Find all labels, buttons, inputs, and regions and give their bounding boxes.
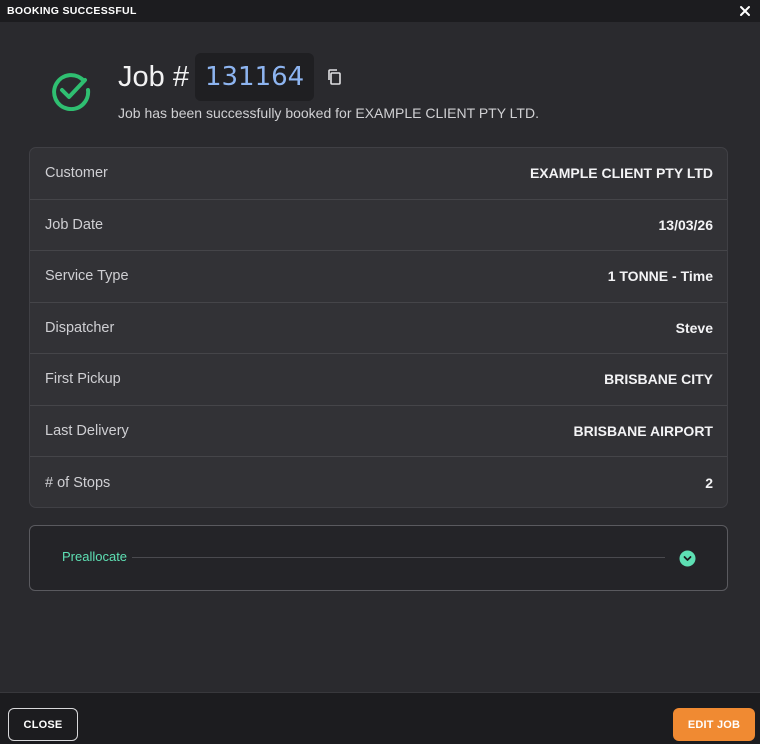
detail-row-first-pickup: First Pickup BRISBANE CITY xyxy=(30,354,727,406)
close-button[interactable]: CLOSE xyxy=(8,708,78,741)
detail-value: BRISBANE AIRPORT xyxy=(573,422,714,439)
detail-label: Dispatcher xyxy=(45,319,115,336)
detail-value: Steve xyxy=(675,319,713,336)
edit-job-button[interactable]: EDIT JOB xyxy=(673,708,755,741)
detail-label: Service Type xyxy=(45,268,129,285)
detail-value: 1 TONNE - Time xyxy=(607,268,713,285)
detail-label: Last Delivery xyxy=(45,422,129,439)
detail-row-job-date: Job Date 13/03/26 xyxy=(30,200,727,251)
preallocate-label: Preallocate xyxy=(62,549,128,564)
job-title: Job # 131164 xyxy=(118,53,344,101)
detail-row-dispatcher: Dispatcher Steve xyxy=(30,303,727,354)
booking-subtitle: Job has been successfully booked for EXA… xyxy=(118,105,539,121)
detail-value: BRISBANE CITY xyxy=(604,371,713,388)
detail-value: EXAMPLE CLIENT PTY LTD xyxy=(529,165,713,182)
detail-label: Customer xyxy=(45,165,108,182)
dialog-footer: CLOSE EDIT JOB xyxy=(0,692,760,744)
detail-label: Job Date xyxy=(45,216,104,233)
dialog-title: BOOKING SUCCESSFUL xyxy=(7,5,137,17)
booking-header: Job # 131164 Job has been successfully b… xyxy=(50,52,710,128)
detail-label: First Pickup xyxy=(45,371,121,388)
close-icon[interactable] xyxy=(738,4,752,18)
job-label: Job # xyxy=(118,60,189,93)
dialog-titlebar: BOOKING SUCCESSFUL xyxy=(0,0,760,22)
detail-row-service-type: Service Type 1 TONNE - Time xyxy=(30,251,727,303)
detail-value: 2 xyxy=(705,474,713,491)
detail-value: 13/03/26 xyxy=(658,216,714,233)
detail-row-customer: Customer EXAMPLE CLIENT PTY LTD xyxy=(30,148,727,200)
preallocate-divider xyxy=(132,557,665,558)
detail-row-stops: # of Stops 2 xyxy=(30,457,727,507)
detail-label: # of Stops xyxy=(45,474,111,491)
detail-row-last-delivery: Last Delivery BRISBANE AIRPORT xyxy=(30,406,727,457)
preallocate-section[interactable]: Preallocate xyxy=(29,525,728,591)
job-details-table: Customer EXAMPLE CLIENT PTY LTD Job Date… xyxy=(29,147,728,508)
copy-icon[interactable] xyxy=(326,68,344,86)
chevron-down-icon[interactable] xyxy=(679,550,696,567)
job-number: 131164 xyxy=(194,53,315,101)
check-circle-icon xyxy=(52,73,91,111)
